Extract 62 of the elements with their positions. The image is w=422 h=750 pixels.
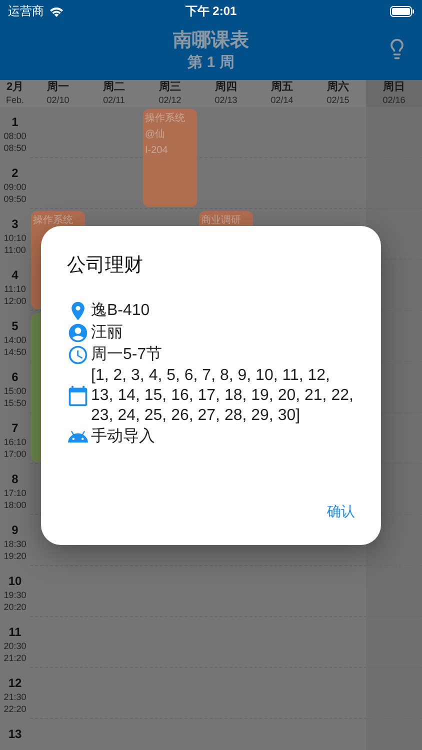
confirm-button[interactable]: 确认: [327, 501, 355, 523]
day-header[interactable]: 周一 02/10: [30, 80, 86, 107]
period-start: 14:00: [4, 334, 26, 346]
carrier-name: 运营商: [8, 2, 44, 20]
day-header[interactable]: 周五 02/14: [254, 80, 310, 107]
day-header[interactable]: 周二 02/11: [86, 80, 142, 107]
period-number: 8: [12, 472, 18, 487]
period-end: 21:20: [4, 652, 26, 664]
period-end: 09:50: [4, 193, 26, 205]
period-number: 9: [12, 523, 18, 538]
period-end: 15:50: [4, 397, 26, 409]
period-end: 20:20: [4, 601, 26, 613]
month-abbr: Feb.: [6, 94, 24, 107]
day-header[interactable]: 周三 02/12: [142, 80, 198, 107]
period-start: 09:00: [4, 181, 26, 193]
period-start: 18:30: [4, 538, 26, 550]
period-end: 17:00: [4, 448, 26, 460]
period-number: 10: [8, 574, 22, 589]
dialog-title: 公司理财: [67, 254, 144, 278]
day-header[interactable]: 周六 02/15: [310, 80, 366, 107]
period-start: 16:10: [4, 436, 26, 448]
period-number: 11: [8, 625, 22, 640]
period-number: 3: [12, 217, 18, 232]
period-number: 5: [12, 319, 18, 334]
day-header[interactable]: 周日 02/16: [366, 80, 422, 107]
period-end: 12:00: [4, 295, 26, 307]
period-number: 12: [8, 676, 22, 691]
wifi-icon: [49, 6, 64, 16]
calendar-icon: [67, 385, 89, 407]
person-icon: [67, 322, 89, 344]
period-end: 22:20: [4, 703, 26, 715]
period-start: 20:30: [4, 640, 26, 652]
period-end: 08:50: [4, 142, 26, 154]
period-start: 19:30: [4, 589, 26, 601]
period-end: 14:50: [4, 346, 26, 358]
period-number: 7: [12, 421, 18, 436]
period-start: 08:00: [4, 130, 26, 142]
detail-text: 手动导入: [91, 427, 155, 447]
detail-text: [1, 2, 3, 4, 5, 6, 7, 8, 9, 10, 11, 12, 13, 14, 15, 16, 17, 18, 19, 20, 21, 22, 23, 24, 25, 26, 27, 28, 29, 30]: [91, 366, 354, 426]
week-label: 第 1 周: [188, 53, 234, 73]
period-end: 11:00: [4, 244, 26, 256]
period-start: 11:10: [4, 283, 26, 295]
app-title: 南哪课表: [173, 29, 249, 53]
period-start: 15:00: [4, 385, 26, 397]
period-start: 10:10: [4, 232, 26, 244]
period-end: 18:00: [4, 499, 26, 511]
clock-time: 下午 2:01: [185, 2, 237, 20]
detail-text: 汪丽: [91, 323, 123, 343]
battery-icon: [390, 6, 414, 16]
period-end: 19:20: [4, 550, 26, 562]
period-number: 13: [8, 727, 22, 742]
clock-icon: [67, 344, 89, 366]
period-number: 2: [12, 166, 18, 181]
period-number: 6: [12, 370, 18, 385]
period-start: 17:10: [4, 487, 26, 499]
day-header[interactable]: 周四 02/13: [198, 80, 254, 107]
detail-text: 逸B-410: [91, 301, 150, 321]
period-number: 4: [12, 268, 18, 283]
period-start: 21:30: [4, 691, 26, 703]
month-label: 2月: [6, 80, 24, 94]
period-number: 1: [12, 115, 18, 130]
detail-text: 周一5-7节: [91, 345, 162, 365]
